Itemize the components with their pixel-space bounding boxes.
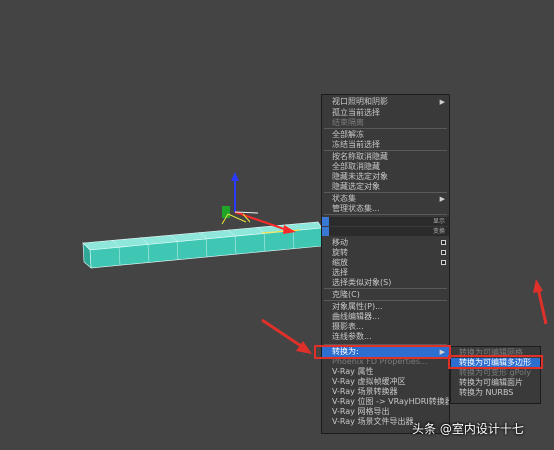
menu-item-label: V-Ray 网格导出 bbox=[332, 407, 390, 416]
menu-separator bbox=[324, 128, 447, 129]
menu-item[interactable]: V-Ray 虚拟帧缓冲区 bbox=[322, 377, 449, 387]
menu-item[interactable]: V-Ray 场景转换器 bbox=[322, 387, 449, 397]
annotation-arrow-left bbox=[261, 318, 312, 354]
menu-item-label: 全部取消隐藏 bbox=[332, 162, 380, 171]
quad-label: 变换 bbox=[432, 228, 445, 235]
menu-item[interactable]: V-Ray 网格导出 bbox=[322, 407, 449, 417]
menu-item-label: 摄影表... bbox=[332, 322, 364, 331]
menu-item[interactable]: 管理状态集... bbox=[322, 204, 449, 214]
menu-item[interactable]: 摄影表... bbox=[322, 322, 449, 332]
menu-separator bbox=[324, 150, 447, 151]
annotation-box-editable-poly bbox=[448, 355, 543, 369]
quad-context-menu: 显示变换 视口照明和阴影 ▶ 孤立当前选择 结束隔离全部解冻 冻结当前选择 按名称取消隐藏全… bbox=[321, 94, 450, 434]
menu-item[interactable]: 克隆(C) bbox=[322, 290, 449, 300]
menu-item[interactable]: 对象属性(P)... bbox=[322, 302, 449, 312]
watermark: 头条 @室内设计十七 bbox=[412, 422, 524, 436]
menu-item[interactable]: 移动 bbox=[322, 238, 449, 248]
menu-item-label: 状态集 bbox=[332, 194, 356, 203]
menu-separator bbox=[324, 192, 447, 193]
menu-item-label: 选择类似对象(S) bbox=[332, 278, 392, 287]
menu-item-label: 克隆(C) bbox=[332, 290, 360, 299]
submenu-item[interactable]: 转换为可编辑面片 bbox=[451, 378, 540, 388]
menu-item[interactable]: 视口照明和阴影 ▶ bbox=[322, 97, 449, 107]
annotation-arrow-right bbox=[533, 279, 548, 325]
menu-item-label: 孤立当前选择 bbox=[332, 108, 380, 117]
menu-item-label: V-Ray 位图 -> VRayHDRI转换器 bbox=[332, 397, 449, 406]
menu-separator bbox=[324, 288, 447, 289]
menu-item[interactable]: 隐藏选定对象 bbox=[322, 182, 449, 192]
quad-label: 显示 bbox=[432, 218, 445, 225]
menu-item[interactable]: 隐藏未选定对象 bbox=[322, 172, 449, 182]
menu-item-label: V-Ray 场景转换器 bbox=[332, 387, 398, 396]
menu-item-label: 隐藏未选定对象 bbox=[332, 172, 388, 181]
menu-item[interactable]: V-Ray 位图 -> VRayHDRI转换器 bbox=[322, 397, 449, 407]
menu-item[interactable]: 全部解冻 bbox=[322, 130, 449, 140]
3d-viewport[interactable]: 显示变换 视口照明和阴影 ▶ 孤立当前选择 结束隔离全部解冻 冻结当前选择 按名称取消隐藏全… bbox=[0, 0, 554, 450]
menu-item-label: 对象属性(P)... bbox=[332, 302, 383, 311]
submenu-item-label: 转换为 NURBS bbox=[459, 388, 514, 397]
menu-item[interactable]: 连线参数... bbox=[322, 332, 449, 342]
menu-item-label: 全部解冻 bbox=[332, 130, 364, 139]
settings-box-icon[interactable] bbox=[441, 260, 446, 265]
submenu-arrow-icon: ▶ bbox=[439, 98, 445, 106]
menu-item[interactable]: 冻结当前选择 bbox=[322, 140, 449, 150]
menu-separator bbox=[324, 214, 447, 215]
submenu-item-label: 转换为可编辑面片 bbox=[459, 378, 523, 387]
menu-item-label: 移动 bbox=[332, 238, 348, 247]
quad-divider-bar[interactable]: 显示 bbox=[322, 217, 449, 226]
submenu-arrow-icon: ▶ bbox=[439, 195, 445, 203]
menu-item-label: 缩放 bbox=[332, 258, 348, 267]
menu-item[interactable]: 孤立当前选择 bbox=[322, 108, 449, 118]
menu-item[interactable]: 结束隔离 bbox=[322, 118, 449, 128]
menu-item-label: 冻结当前选择 bbox=[332, 140, 380, 149]
quad-divider-bar[interactable]: 变换 bbox=[322, 227, 449, 236]
settings-box-icon[interactable] bbox=[441, 240, 446, 245]
menu-item-label: V-Ray 属性 bbox=[332, 367, 374, 376]
menu-item-label: 曲线编辑器... bbox=[332, 312, 380, 321]
menu-item-label: V-Ray 场景文件导出器 bbox=[332, 417, 414, 426]
menu-item[interactable]: 选择类似对象(S) bbox=[322, 278, 449, 288]
menu-item-label: 旋转 bbox=[332, 248, 348, 257]
menu-item-label: 隐藏选定对象 bbox=[332, 182, 380, 191]
menu-item[interactable]: 按名称取消隐藏 bbox=[322, 152, 449, 162]
menu-item[interactable]: V-Ray 属性 bbox=[322, 367, 449, 377]
menu-item-label: 选择 bbox=[332, 268, 348, 277]
quad-marker bbox=[322, 217, 329, 226]
menu-separator bbox=[324, 300, 447, 301]
menu-item-label: V-Ray 虚拟帧缓冲区 bbox=[332, 377, 406, 386]
submenu-item[interactable]: 转换为 NURBS bbox=[451, 388, 540, 398]
menu-item-label: 结束隔离 bbox=[332, 118, 364, 127]
menu-item-label: 按名称取消隐藏 bbox=[332, 152, 388, 161]
menu-item[interactable]: 状态集 ▶ bbox=[322, 194, 449, 204]
settings-box-icon[interactable] bbox=[441, 250, 446, 255]
submenu-item[interactable]: 转换为可变形 gPoly bbox=[451, 368, 540, 378]
menu-item-label: 连线参数... bbox=[332, 332, 372, 341]
menu-item-label: 管理状态集... bbox=[332, 204, 380, 213]
quad-marker bbox=[322, 227, 329, 236]
menu-item[interactable]: 缩放 bbox=[322, 258, 449, 268]
submenu-item-label: 转换为可变形 gPoly bbox=[459, 368, 532, 377]
menu-item-label: 视口照明和阴影 bbox=[332, 97, 388, 106]
menu-item[interactable]: 全部取消隐藏 bbox=[322, 162, 449, 172]
annotation-box-convert bbox=[314, 345, 451, 359]
menu-item[interactable]: 选择 bbox=[322, 268, 449, 278]
menu-item[interactable]: 曲线编辑器... bbox=[322, 312, 449, 322]
menu-item[interactable]: 旋转 bbox=[322, 248, 449, 258]
